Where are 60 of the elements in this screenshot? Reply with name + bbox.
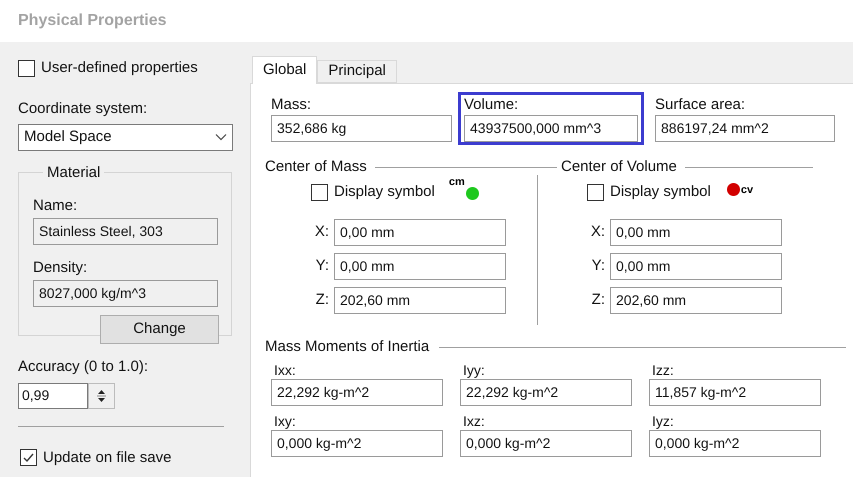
tab[interactable]: Principal bbox=[317, 60, 397, 83]
symbol-label: cv bbox=[740, 184, 754, 196]
field-label: Ixz: bbox=[462, 412, 486, 430]
coordinate-field[interactable]: 0,00 mm bbox=[610, 219, 782, 246]
field-label: Ixx: bbox=[273, 361, 297, 379]
checkbox[interactable] bbox=[587, 184, 604, 200]
coordinate-field[interactable]: 202,60 mm bbox=[334, 287, 506, 314]
inertia-field[interactable]: 22,292 kg-m^2 bbox=[460, 379, 632, 406]
text-field[interactable]: 43937500,000 mm^3 bbox=[464, 115, 638, 142]
coordinate-field[interactable]: 0,00 mm bbox=[334, 219, 506, 246]
accuracy-field[interactable]: 0,99 bbox=[18, 382, 88, 408]
checkbox-label: User-defined properties bbox=[41, 58, 198, 78]
field-label: Accuracy (0 to 1.0): bbox=[18, 358, 148, 374]
coordinate-field[interactable]: 0,00 mm bbox=[334, 253, 506, 280]
axis-label: Y: bbox=[590, 256, 605, 276]
change-button[interactable]: Change bbox=[100, 314, 219, 344]
chevron-down-icon bbox=[215, 133, 227, 141]
inertia-field[interactable]: 0,000 kg-m^2 bbox=[460, 430, 632, 457]
axis-label: Y: bbox=[314, 256, 329, 276]
field-label: Izz: bbox=[651, 361, 675, 379]
inertia-field[interactable]: 0,000 kg-m^2 bbox=[271, 430, 443, 457]
field-label: Name: bbox=[33, 196, 78, 214]
checkbox[interactable] bbox=[311, 184, 328, 200]
axis-label: X: bbox=[314, 222, 329, 242]
check-icon bbox=[22, 451, 35, 464]
checkbox-label: Update on file save bbox=[43, 448, 172, 468]
coordinate-system-dropdown[interactable]: Model Space bbox=[18, 124, 233, 150]
window-title: Physical Properties bbox=[18, 11, 167, 31]
field-label: Surface area: bbox=[655, 95, 746, 115]
field-label: Coordinate system: bbox=[18, 100, 148, 116]
axis-label: Z: bbox=[590, 290, 605, 310]
inertia-field[interactable]: 0,000 kg-m^2 bbox=[649, 430, 821, 457]
axis-label: X: bbox=[590, 222, 605, 242]
coordinate-field[interactable]: 202,60 mm bbox=[610, 287, 782, 314]
checkbox-label: Display symbol bbox=[610, 182, 711, 202]
field-label: Ixy: bbox=[273, 412, 297, 430]
field-label: Mass: bbox=[271, 95, 312, 115]
field-label: Volume: bbox=[464, 95, 520, 115]
coordinate-field[interactable]: 0,00 mm bbox=[610, 253, 782, 280]
field-label: Iyz: bbox=[651, 412, 675, 430]
text-field[interactable]: 352,686 kg bbox=[271, 115, 452, 142]
tab[interactable]: Global bbox=[252, 56, 318, 84]
symbol-label: cm bbox=[448, 176, 465, 188]
group-title: Material bbox=[47, 164, 100, 180]
section-title: Mass Moments of Inertia bbox=[265, 336, 430, 357]
axis-label: Z: bbox=[314, 290, 329, 310]
density-field[interactable]: 8027,000 kg/m^3 bbox=[33, 280, 218, 306]
checkbox[interactable] bbox=[20, 449, 37, 466]
up-down-arrows-icon bbox=[95, 388, 108, 404]
inertia-field[interactable]: 22,292 kg-m^2 bbox=[271, 379, 443, 406]
spin-button[interactable] bbox=[88, 382, 115, 408]
text-field[interactable]: 886197,24 mm^2 bbox=[655, 115, 835, 142]
checkbox[interactable] bbox=[18, 60, 35, 77]
section-title: Center of Volume bbox=[561, 156, 677, 177]
inertia-field[interactable]: 11,857 kg-m^2 bbox=[649, 379, 821, 406]
field-label: Density: bbox=[33, 258, 88, 276]
field-label: Iyy: bbox=[462, 361, 486, 379]
section-title: Center of Mass bbox=[265, 156, 367, 177]
checkbox-label: Display symbol bbox=[334, 182, 435, 202]
material-name-field[interactable]: Stainless Steel, 303 bbox=[33, 218, 218, 244]
